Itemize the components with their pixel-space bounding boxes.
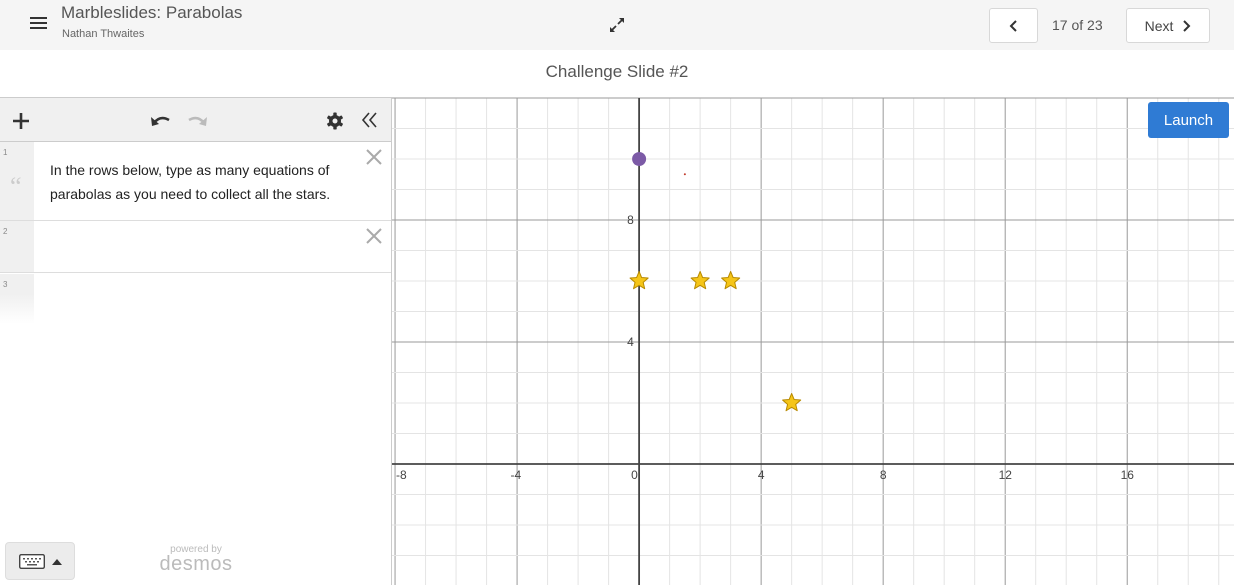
expression-panel: 1 “ In the rows below, type as many equa… [0, 97, 392, 585]
undo-icon[interactable] [150, 113, 172, 127]
chevron-left-icon [1009, 19, 1017, 32]
x-tick-label: -4 [510, 468, 521, 482]
small-dot [683, 173, 686, 176]
desmos-logo: desmos [159, 553, 233, 575]
close-icon[interactable] [365, 227, 383, 245]
double-chevron-left-icon[interactable] [361, 111, 379, 129]
previous-slide-button[interactable] [989, 8, 1038, 43]
expression-row-note[interactable]: 1 “ In the rows below, type as many equa… [0, 142, 391, 221]
x-tick-label: 12 [999, 468, 1013, 482]
expand-arrows-icon[interactable] [607, 15, 627, 35]
y-tick-label: 8 [627, 213, 634, 227]
keyboard-icon [19, 554, 45, 569]
next-slide-button[interactable]: Next [1126, 8, 1210, 43]
page-indicator: 17 of 23 [1052, 17, 1103, 33]
next-label: Next [1144, 17, 1174, 34]
row-number: 3 [3, 280, 8, 289]
x-tick-label: 8 [880, 468, 887, 482]
hamburger-menu-icon[interactable] [28, 12, 50, 34]
redo-icon[interactable] [186, 113, 208, 127]
keypad-toggle-button[interactable] [5, 542, 75, 580]
slide-title: Challenge Slide #2 [545, 62, 689, 81]
activity-author: Nathan Thwaites [62, 28, 145, 40]
y-tick-label: 4 [627, 335, 634, 349]
expression-row[interactable]: 2 [0, 221, 391, 273]
x-tick-label: 0 [631, 468, 638, 482]
expression-toolbar [0, 98, 391, 142]
x-tick-label: 4 [758, 468, 765, 482]
row-number: 2 [3, 227, 8, 236]
powered-by-desmos: powered by desmos [158, 544, 234, 575]
graph-paper[interactable]: -8 -4 0 4 8 12 16 4 8 [392, 97, 1234, 585]
expression-input-row-3[interactable] [34, 274, 391, 324]
x-tick-label: -8 [396, 468, 407, 482]
top-bar: Marbleslides: Parabolas Nathan Thwaites … [0, 0, 1234, 50]
caret-up-icon [52, 559, 62, 565]
quote-icon: “ [10, 172, 22, 201]
marble-point [632, 152, 647, 166]
chevron-right-icon [1183, 19, 1191, 32]
close-icon[interactable] [365, 148, 383, 166]
gear-icon[interactable] [326, 112, 344, 130]
plus-icon[interactable] [12, 112, 30, 130]
x-tick-label: 16 [1121, 468, 1135, 482]
row-number: 1 [3, 148, 8, 157]
note-text[interactable]: In the rows below, type as many equation… [50, 158, 360, 206]
launch-button[interactable]: Launch [1148, 102, 1229, 138]
activity-title: Marbleslides: Parabolas [61, 3, 243, 22]
